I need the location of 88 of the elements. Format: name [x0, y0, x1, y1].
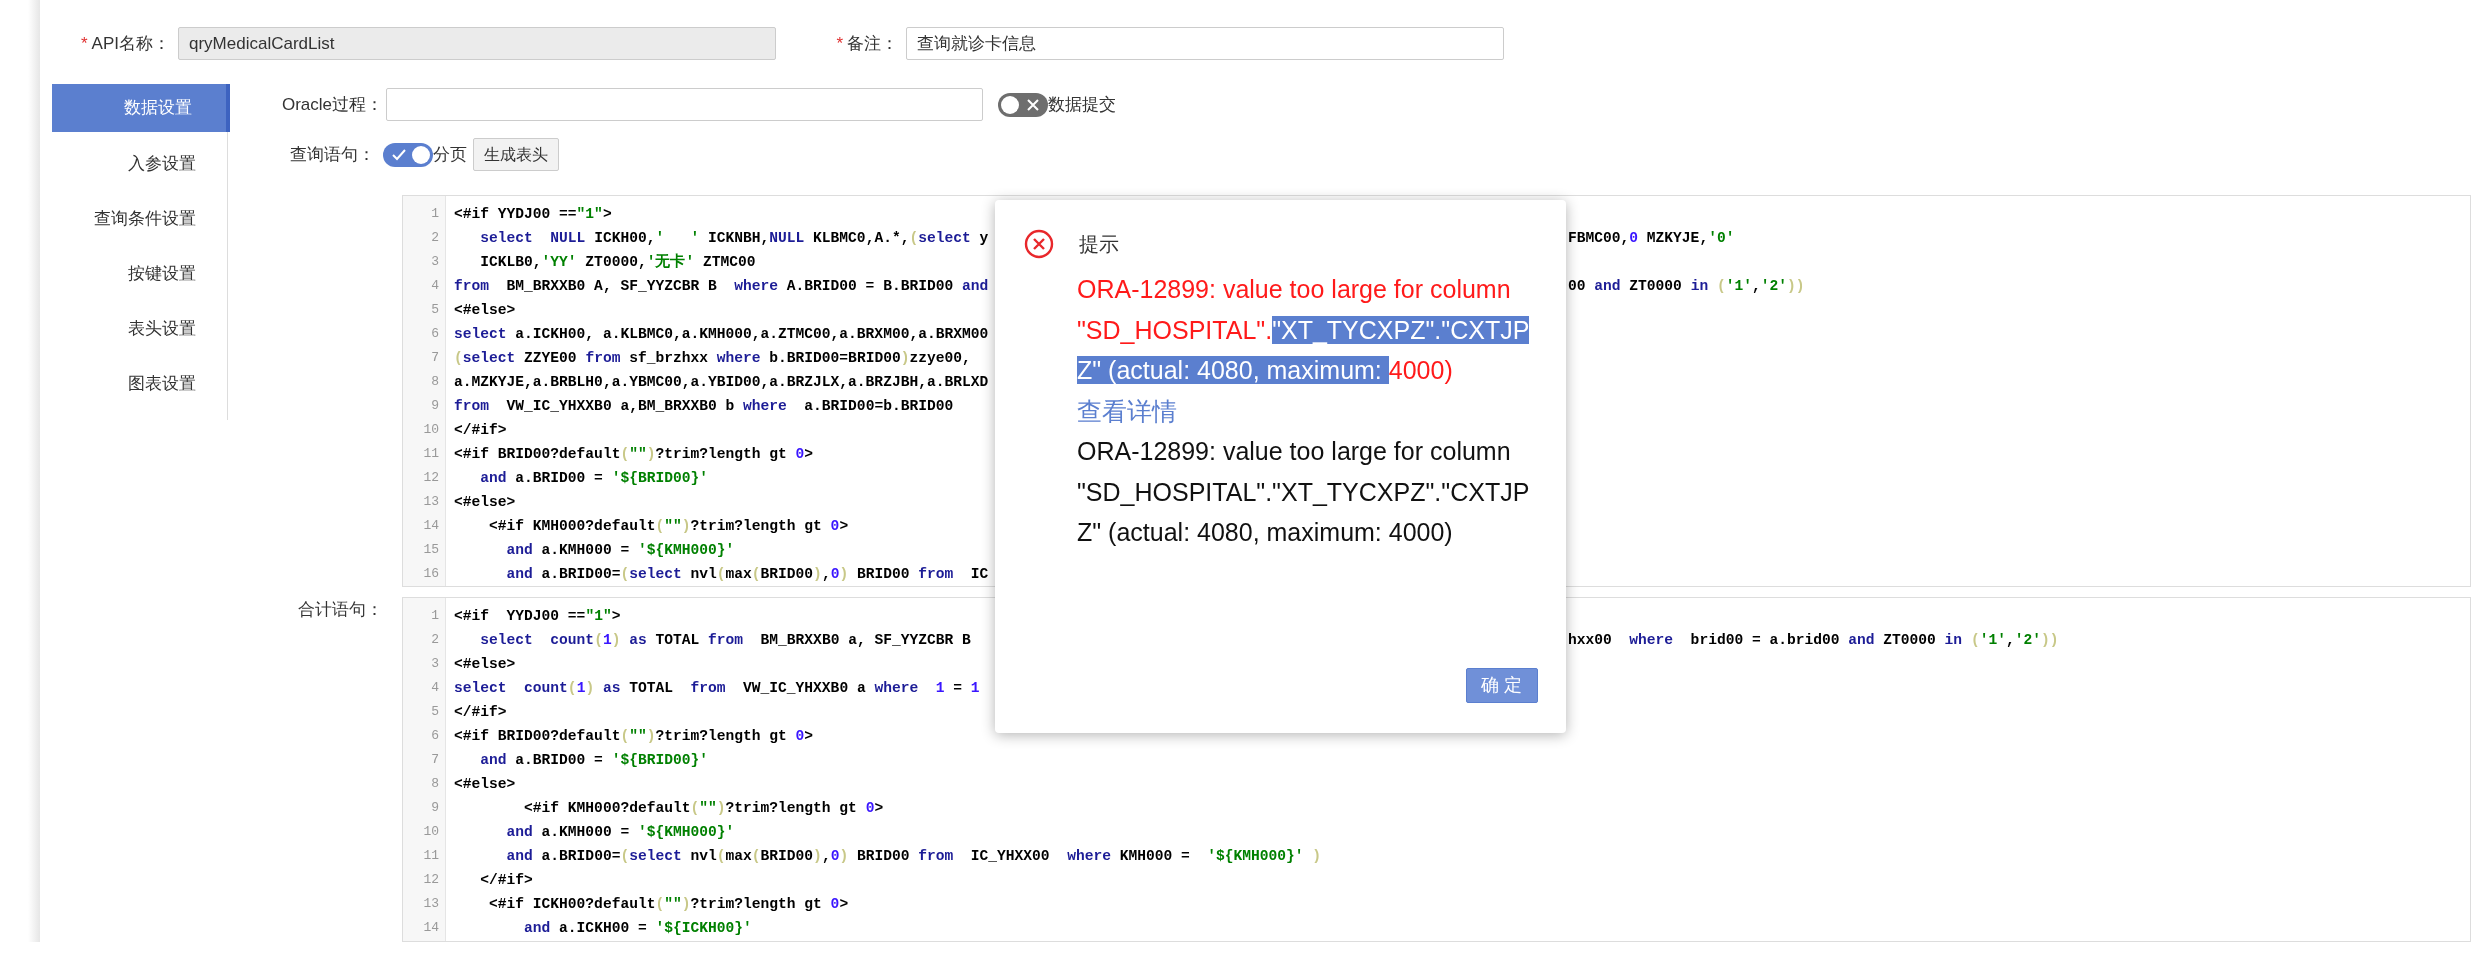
code-line: <#if YYDJ00 =="1">: [454, 607, 621, 626]
toggle-switch[interactable]: [383, 142, 433, 167]
code-line: <#if ICKH00?default("")?trim?length gt 0>: [488, 895, 849, 914]
generate-header-button[interactable]: 生成表头: [473, 138, 559, 171]
dialog-title: 提示: [1079, 232, 1119, 257]
field-label: Oracle过程：: [280, 93, 383, 116]
check-icon: [392, 147, 406, 162]
line-number: 9: [430, 799, 440, 817]
input-field[interactable]: 查询就诊卡信息: [906, 27, 1504, 60]
code-line: <#if YYDJ00 =="1">: [454, 205, 612, 224]
line-number: 16: [422, 565, 440, 583]
code-line: select count(1) as TOTAL from BM_BRXXB0 a, SF_YYZCBR B: [479, 631, 971, 650]
line-number: 13: [422, 895, 440, 913]
code-line: from VW_IC_YHXXB0 a,BM_BRXXB0 b where a.BRID00=b.BRID00: [454, 397, 954, 416]
code-line: hxx00 where brid00 = a.brid00 and ZT0000 in ('1','2')): [1568, 631, 2059, 650]
code-line: and a.BRID00=(select nvl(max(BRID00),0) BRID00 from IC: [505, 565, 989, 584]
line-number: 6: [430, 325, 440, 343]
code-line: FBMC00,0 MZKYJE,'0': [1568, 229, 1735, 248]
line-number: 5: [430, 301, 440, 319]
code-line: and a.BRID00 = '${BRID00}': [479, 751, 708, 770]
input-field[interactable]: qryMedicalCardList: [178, 27, 776, 60]
line-number: 8: [430, 775, 440, 793]
line-number: 2: [430, 631, 440, 649]
code-line: and a.KMH000 = '${KMH000}': [505, 541, 735, 560]
code-line: <#else>: [454, 775, 516, 794]
field-label: * 备注：: [835, 32, 898, 55]
code-line: </#if>: [479, 871, 533, 890]
line-number: 12: [422, 871, 440, 889]
code-line: select count(1) as TOTAL from VW_IC_YHXXB0 a where 1 = 1: [454, 679, 980, 698]
code-line: <#if BRID00?default("")?trim?length gt 0>: [454, 445, 814, 464]
code-line: ICKLB0,'YY' ZT0000,'无卡' ZTMC00: [479, 252, 756, 272]
line-number: 13: [422, 493, 440, 511]
code-line: select NULL ICKH00,' ' ICKNBH,NULL KLBMC0,A.*,(select y: [479, 229, 989, 248]
error-icon: [1024, 229, 1054, 259]
input-field[interactable]: [386, 88, 983, 121]
line-number: 11: [422, 445, 440, 463]
field-label: 查询语句：: [289, 143, 375, 166]
sidebar-item[interactable]: 表头设置: [52, 301, 230, 356]
line-number: 4: [430, 679, 440, 697]
line-number: 15: [422, 541, 440, 559]
code-line: and a.BRID00 = '${BRID00}': [479, 469, 708, 488]
line-number: 7: [430, 751, 440, 769]
code-line: <#if BRID00?default("")?trim?length gt 0>: [454, 727, 814, 746]
sidebar-item[interactable]: 入参设置: [52, 136, 230, 191]
line-number: 4: [430, 277, 440, 295]
line-number: 1: [430, 205, 440, 223]
line-number: 14: [422, 919, 440, 937]
code-line: a.MZKYJE,a.BRBLH0,a.YBMC00,a.YBID00,a.BRZJLX,a.BRZJBH,a.BRLXD: [454, 373, 989, 392]
line-number: 9: [430, 397, 440, 415]
line-number: 7: [430, 349, 440, 367]
code-line: <#if KMH000?default("")?trim?length gt 0>: [523, 799, 884, 818]
line-number: 10: [422, 823, 440, 841]
toggle-label: 数据提交: [1048, 93, 1116, 116]
line-number: 11: [422, 847, 440, 865]
line-number: 8: [430, 373, 440, 391]
code-line: and a.BRID00=(select nvl(max(BRID00),0) BRID00 from IC_YHXX00 where KMH000 = '${KMH000}' ): [505, 847, 1322, 866]
sidebar-item[interactable]: 按键设置: [52, 246, 230, 301]
sidebar-item[interactable]: 数据设置: [52, 84, 230, 132]
line-number: 1: [430, 607, 440, 625]
error-details: ORA-12899: value too large for column "SD_HOSPITAL"."XT_TYCXPZ"."CXTJPZ" (actual: 4080, maximum: 4000): [1077, 436, 1531, 548]
sidebar-item[interactable]: 查询条件设置: [52, 191, 230, 246]
field-label: * API名称：: [79, 32, 170, 55]
code-line: <#else>: [454, 655, 516, 674]
code-line: </#if>: [454, 703, 507, 722]
line-number: 5: [430, 703, 440, 721]
code-line: <#if KMH000?default("")?trim?length gt 0>: [488, 517, 849, 536]
code-line: from BM_BRXXB0 A, SF_YYZCBR B where A.BRID00 = B.BRID00 and: [454, 277, 989, 296]
code-line: select a.ICKH00, a.KLBMC0,a.KMH000,a.ZTMC00,a.BRXM00,a.BRXM00: [454, 325, 989, 344]
line-number: 6: [430, 727, 440, 745]
code-line: </#if>: [454, 421, 507, 440]
code-line: <#else>: [454, 493, 516, 512]
code-line: and a.ICKH00 = '${ICKH00}': [523, 919, 752, 938]
sidebar-item[interactable]: 图表设置: [52, 356, 230, 411]
details-link[interactable]: 查看详情: [1077, 390, 1177, 431]
code-line: 00 and ZT0000 in ('1','2')): [1568, 277, 1805, 296]
code-line: and a.KMH000 = '${KMH000}': [505, 823, 735, 842]
code-line: <#else>: [454, 301, 516, 320]
toggle-label: 分页: [433, 143, 467, 166]
field-label: 合计语句：: [297, 599, 383, 621]
line-number: 3: [430, 253, 440, 271]
line-number: 3: [430, 655, 440, 673]
line-number: 2: [430, 229, 440, 247]
toggle-switch[interactable]: [998, 92, 1048, 117]
line-number: 12: [422, 469, 440, 487]
line-number: 10: [422, 421, 440, 439]
code-line: (select ZZYE00 from sf_brzhxx where b.BRID00=BRID00)zzye00,: [454, 349, 971, 368]
line-number: 14: [422, 517, 440, 535]
x-icon: [1026, 97, 1040, 112]
